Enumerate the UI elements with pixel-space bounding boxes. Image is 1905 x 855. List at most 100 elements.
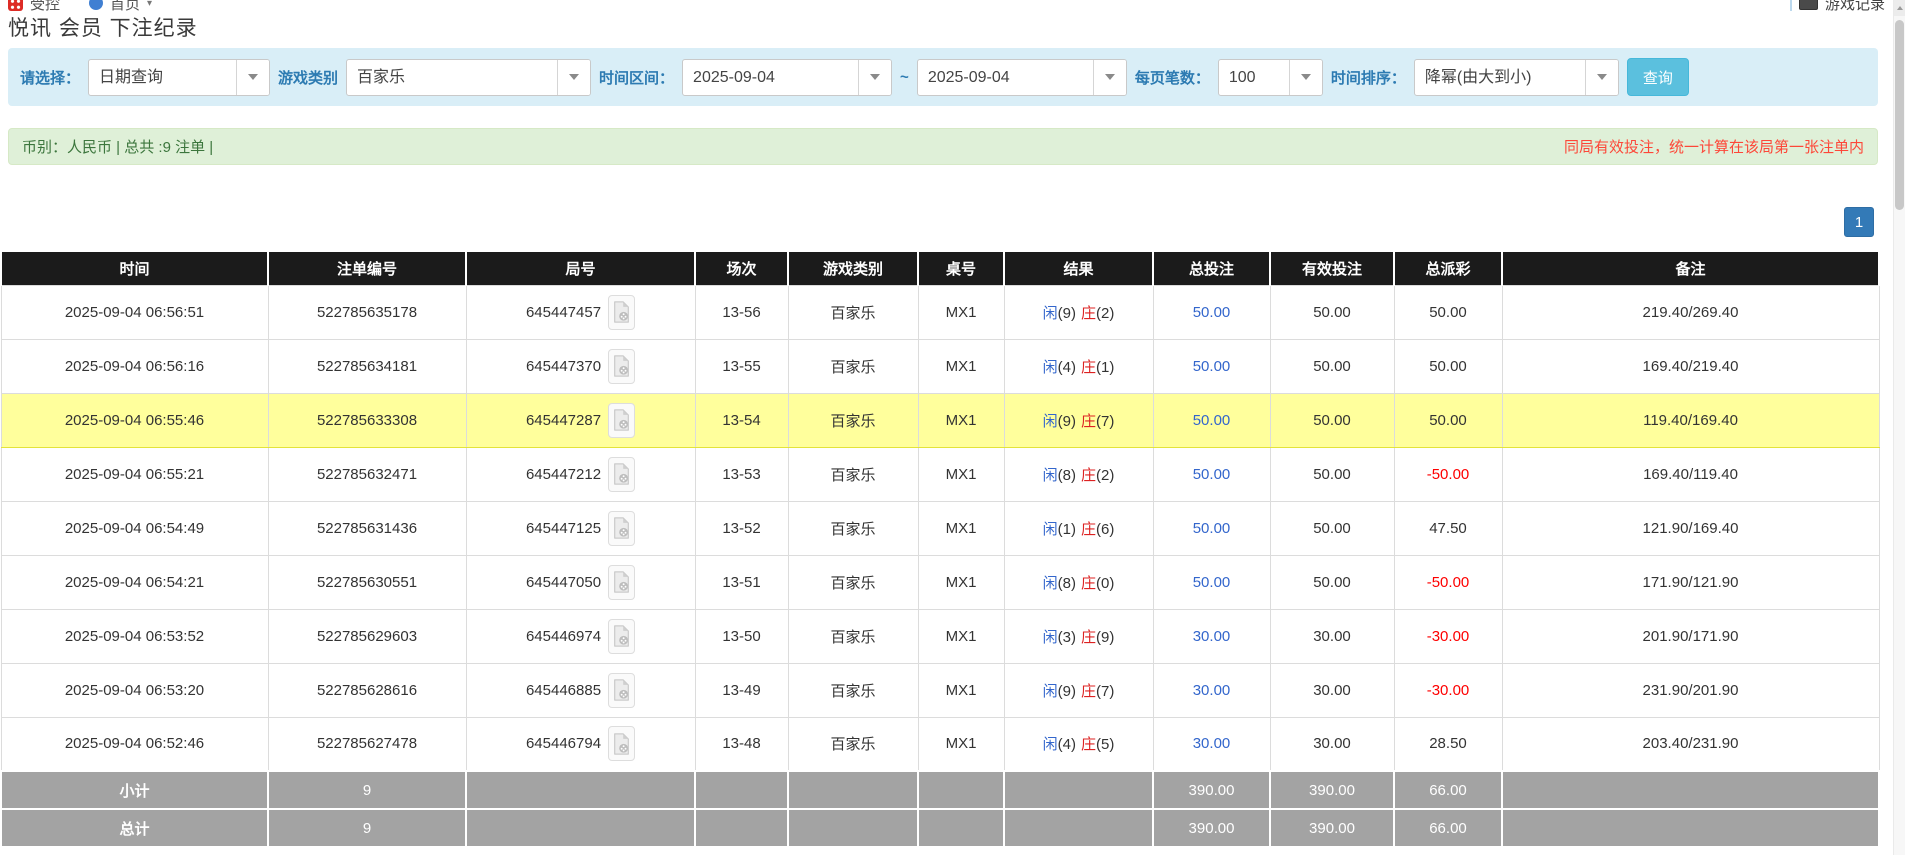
cell-result: 闲(9)庄(7): [1004, 663, 1153, 717]
page-size-dropdown[interactable]: 100: [1218, 59, 1323, 96]
cell-payout: 47.50: [1394, 501, 1502, 555]
cell-remark: 219.40/269.40: [1502, 285, 1879, 339]
dropdown-arrow[interactable]: [557, 60, 590, 95]
top-nav-right: 游戏记录: [1790, 0, 1885, 14]
cell-valid-bet: 50.00: [1270, 339, 1394, 393]
header-game-type: 游戏类别: [788, 252, 918, 285]
home-icon[interactable]: [89, 0, 103, 10]
total-bet-link[interactable]: 30.00: [1193, 735, 1231, 752]
subtotal-row: 小计 9 390.00 390.00 66.00: [1, 771, 1879, 809]
total-total-bet: 390.00: [1153, 809, 1270, 847]
video-file-icon: [613, 409, 630, 431]
dropdown-arrow[interactable]: [1585, 60, 1618, 95]
cell-remark: 203.40/231.90: [1502, 717, 1879, 771]
game-type-dropdown[interactable]: 百家乐: [346, 59, 591, 96]
total-bet-link[interactable]: 50.00: [1193, 304, 1231, 321]
cell-remark: 201.90/171.90: [1502, 609, 1879, 663]
video-replay-button[interactable]: [608, 619, 635, 654]
scrollbar-thumb[interactable]: [1895, 20, 1904, 210]
round-id-text: 645447125: [526, 520, 601, 537]
sort-dropdown[interactable]: 降幂(由大到小): [1414, 59, 1619, 96]
result-player-value: (4): [1058, 359, 1076, 376]
cell-game-type: 百家乐: [788, 339, 918, 393]
video-replay-button[interactable]: [608, 726, 635, 761]
cell-round-id: 645446794: [466, 717, 695, 771]
table-row: 2025-09-04 06:54:21 522785630551 6454470…: [1, 555, 1879, 609]
cell-game-type: 百家乐: [788, 447, 918, 501]
video-replay-button[interactable]: [608, 457, 635, 492]
cell-time: 2025-09-04 06:54:49: [1, 501, 268, 555]
video-replay-button[interactable]: [608, 673, 635, 708]
page-size-label: 每页笔数：: [1135, 67, 1210, 88]
cell-payout: 50.00: [1394, 285, 1502, 339]
chevron-down-icon: [870, 74, 880, 80]
cell-bet-id: 522785628616: [268, 663, 466, 717]
cell-game-type: 百家乐: [788, 393, 918, 447]
query-button[interactable]: 查询: [1627, 58, 1689, 96]
video-file-icon: [613, 571, 630, 593]
currency-summary-text: 币别：人民币 | 总共 :9 注单 |: [22, 136, 213, 157]
total-bet-link[interactable]: 50.00: [1193, 520, 1231, 537]
chevron-down-icon: [1597, 74, 1607, 80]
total-bet-link[interactable]: 50.00: [1193, 466, 1231, 483]
result-banker-label: 庄: [1081, 683, 1096, 700]
total-row: 总计 9 390.00 390.00 66.00: [1, 809, 1879, 847]
cell-valid-bet: 50.00: [1270, 285, 1394, 339]
empty-cell: [918, 771, 1004, 809]
table-body: 2025-09-04 06:56:51 522785635178 6454474…: [1, 285, 1879, 771]
cell-total-bet: 50.00: [1153, 339, 1270, 393]
video-file-icon: [613, 679, 630, 701]
result-banker-value: (6): [1096, 521, 1114, 538]
video-replay-button[interactable]: [608, 349, 635, 384]
total-bet-link[interactable]: 30.00: [1193, 628, 1231, 645]
topnav-right-label[interactable]: 游戏记录: [1825, 0, 1885, 14]
cell-table-no: MX1: [918, 393, 1004, 447]
result-banker-value: (0): [1096, 575, 1114, 592]
query-type-dropdown[interactable]: 日期查询: [88, 59, 270, 96]
video-replay-button[interactable]: [608, 511, 635, 546]
cell-valid-bet: 50.00: [1270, 447, 1394, 501]
date-from-dropdown[interactable]: 2025-09-04: [682, 59, 892, 96]
table-summary: 小计 9 390.00 390.00 66.00 总计 9 390.00 390…: [1, 771, 1879, 847]
chevron-down-icon[interactable]: ▾: [147, 0, 152, 9]
date-to-dropdown[interactable]: 2025-09-04: [917, 59, 1127, 96]
dropdown-arrow[interactable]: [236, 60, 269, 95]
cell-time: 2025-09-04 06:55:46: [1, 393, 268, 447]
result-player-label: 闲: [1043, 413, 1058, 430]
total-bet-link[interactable]: 50.00: [1193, 574, 1231, 591]
video-replay-button[interactable]: [608, 565, 635, 600]
cell-time: 2025-09-04 06:52:46: [1, 717, 268, 771]
video-replay-button[interactable]: [608, 403, 635, 438]
cell-table-no: MX1: [918, 555, 1004, 609]
video-replay-button[interactable]: [608, 295, 635, 330]
cell-payout: 28.50: [1394, 717, 1502, 771]
chevron-down-icon: [1105, 74, 1115, 80]
empty-cell: [695, 771, 788, 809]
dropdown-arrow[interactable]: [858, 60, 891, 95]
total-bet-link[interactable]: 50.00: [1193, 412, 1231, 429]
subtotal-label: 小计: [1, 771, 268, 809]
dropdown-arrow[interactable]: [1093, 60, 1126, 95]
cell-result: 闲(4)庄(5): [1004, 717, 1153, 771]
cell-table-no: MX1: [918, 339, 1004, 393]
cell-remark: 169.40/219.40: [1502, 339, 1879, 393]
monitor-icon[interactable]: [1799, 0, 1818, 10]
cell-total-bet: 50.00: [1153, 285, 1270, 339]
scrollbar-up-button[interactable]: [1894, 0, 1905, 16]
page-title: 悦讯 会员 下注纪录: [8, 12, 198, 42]
cell-payout: 50.00: [1394, 393, 1502, 447]
total-bet-link[interactable]: 30.00: [1193, 682, 1231, 699]
result-banker-value: (1): [1096, 359, 1114, 376]
result-banker-value: (5): [1096, 736, 1114, 753]
pagination-page-1[interactable]: 1: [1844, 207, 1874, 237]
cell-bet-id: 522785627478: [268, 717, 466, 771]
empty-cell: [1502, 771, 1879, 809]
video-file-icon: [613, 301, 630, 323]
cell-total-bet: 50.00: [1153, 555, 1270, 609]
total-bet-link[interactable]: 50.00: [1193, 358, 1231, 375]
app-logo-icon[interactable]: [8, 0, 23, 11]
video-file-icon: [613, 355, 630, 377]
dropdown-arrow[interactable]: [1289, 60, 1322, 95]
cell-bet-id: 522785629603: [268, 609, 466, 663]
cell-bet-id: 522785633308: [268, 393, 466, 447]
